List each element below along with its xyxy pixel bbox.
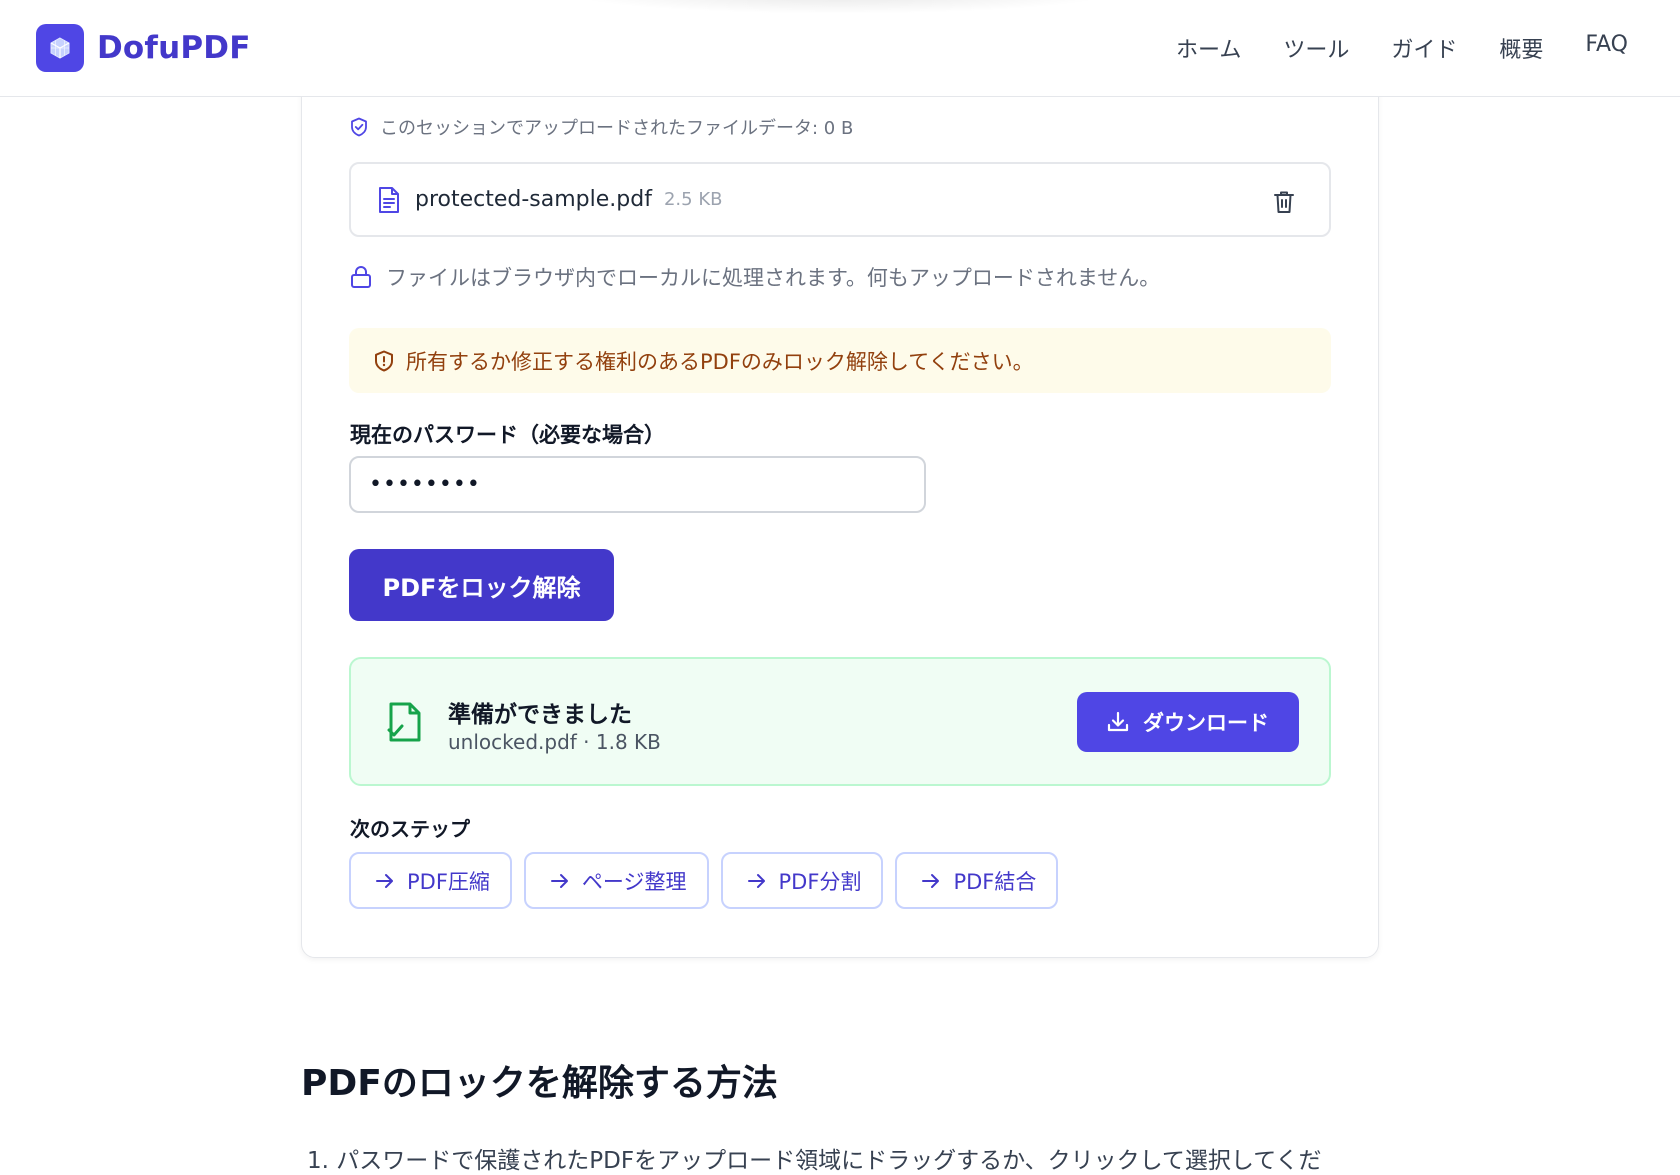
unlock-pdf-button[interactable]: PDFをロック解除 [349, 549, 614, 621]
logo-text: DofuPDF [97, 30, 251, 66]
uploaded-file-row: protected-sample.pdf 2.5 KB [349, 162, 1331, 237]
logo[interactable]: DofuPDF [36, 24, 251, 72]
file-text-icon [379, 186, 399, 213]
alert-shield-icon [375, 350, 393, 371]
arrow-right-icon [550, 873, 568, 888]
next-step-compress[interactable]: PDF圧縮 [349, 852, 512, 909]
password-label: 現在のパスワード（必要な場合） [350, 423, 665, 447]
trash-icon [1274, 191, 1294, 213]
lock-icon [351, 266, 371, 288]
nav-about[interactable]: 概要 [1499, 32, 1543, 64]
remove-file-button[interactable] [1271, 188, 1297, 216]
file-name: protected-sample.pdf [415, 187, 652, 212]
shield-check-icon [351, 117, 367, 137]
next-steps-title: 次のステップ [350, 817, 470, 841]
nav-guide[interactable]: ガイド [1391, 32, 1457, 64]
logo-cube-icon [36, 24, 84, 72]
download-icon [1107, 711, 1129, 732]
local-processing-note: ファイルはブラウザ内でローカルに処理されます。何もアップロードされません。 [350, 262, 1160, 292]
next-steps-list: PDF圧縮 ページ整理 PDF分割 PDF結合 [349, 852, 1059, 909]
warning-text: 所有するか修正する権利のあるPDFのみロック解除してください。 [406, 349, 1034, 374]
header-decoration [560, 0, 1120, 14]
nav-home[interactable]: ホーム [1176, 32, 1241, 64]
file-size: 2.5 KB [663, 189, 723, 210]
password-input[interactable] [349, 456, 926, 513]
arrow-right-icon [376, 873, 393, 888]
how-to-title: PDFのロックを解除する方法 [301, 1063, 778, 1104]
site-header: DofuPDF ホーム ツール ガイド 概要 FAQ [0, 0, 1680, 97]
session-upload-note: このセッションでアップロードされたファイルデータ: 0 B [350, 114, 853, 140]
result-title: 準備ができました [448, 702, 632, 728]
download-button[interactable]: ダウンロード [1077, 692, 1299, 752]
next-step-split[interactable]: PDF分割 [720, 852, 884, 909]
next-step-label: PDF結合 [953, 869, 1037, 894]
local-note-text: ファイルはブラウザ内でローカルに処理されます。何もアップロードされません。 [386, 266, 1161, 290]
download-label: ダウンロード [1143, 711, 1269, 735]
nav-faq[interactable]: FAQ [1585, 32, 1628, 64]
main-nav: ホーム ツール ガイド 概要 FAQ [1176, 32, 1628, 64]
result-panel: 準備ができました unlocked.pdf · 1.8 KB ダウンロード [349, 657, 1331, 786]
nav-tools[interactable]: ツール [1283, 32, 1349, 64]
next-step-label: PDF圧縮 [407, 869, 490, 894]
next-step-organize[interactable]: ページ整理 [523, 852, 709, 909]
next-step-label: PDF分割 [778, 869, 862, 894]
session-note-text: このセッションでアップロードされたファイルデータ: 0 B [380, 118, 854, 139]
file-check-icon [387, 702, 421, 742]
next-step-merge[interactable]: PDF結合 [895, 852, 1059, 909]
next-step-label: ページ整理 [581, 869, 687, 894]
rights-warning: 所有するか修正する権利のあるPDFのみロック解除してください。 [349, 328, 1331, 393]
arrow-right-icon [922, 873, 940, 888]
arrow-right-icon [747, 873, 765, 888]
result-file-info: unlocked.pdf · 1.8 KB [448, 730, 661, 754]
